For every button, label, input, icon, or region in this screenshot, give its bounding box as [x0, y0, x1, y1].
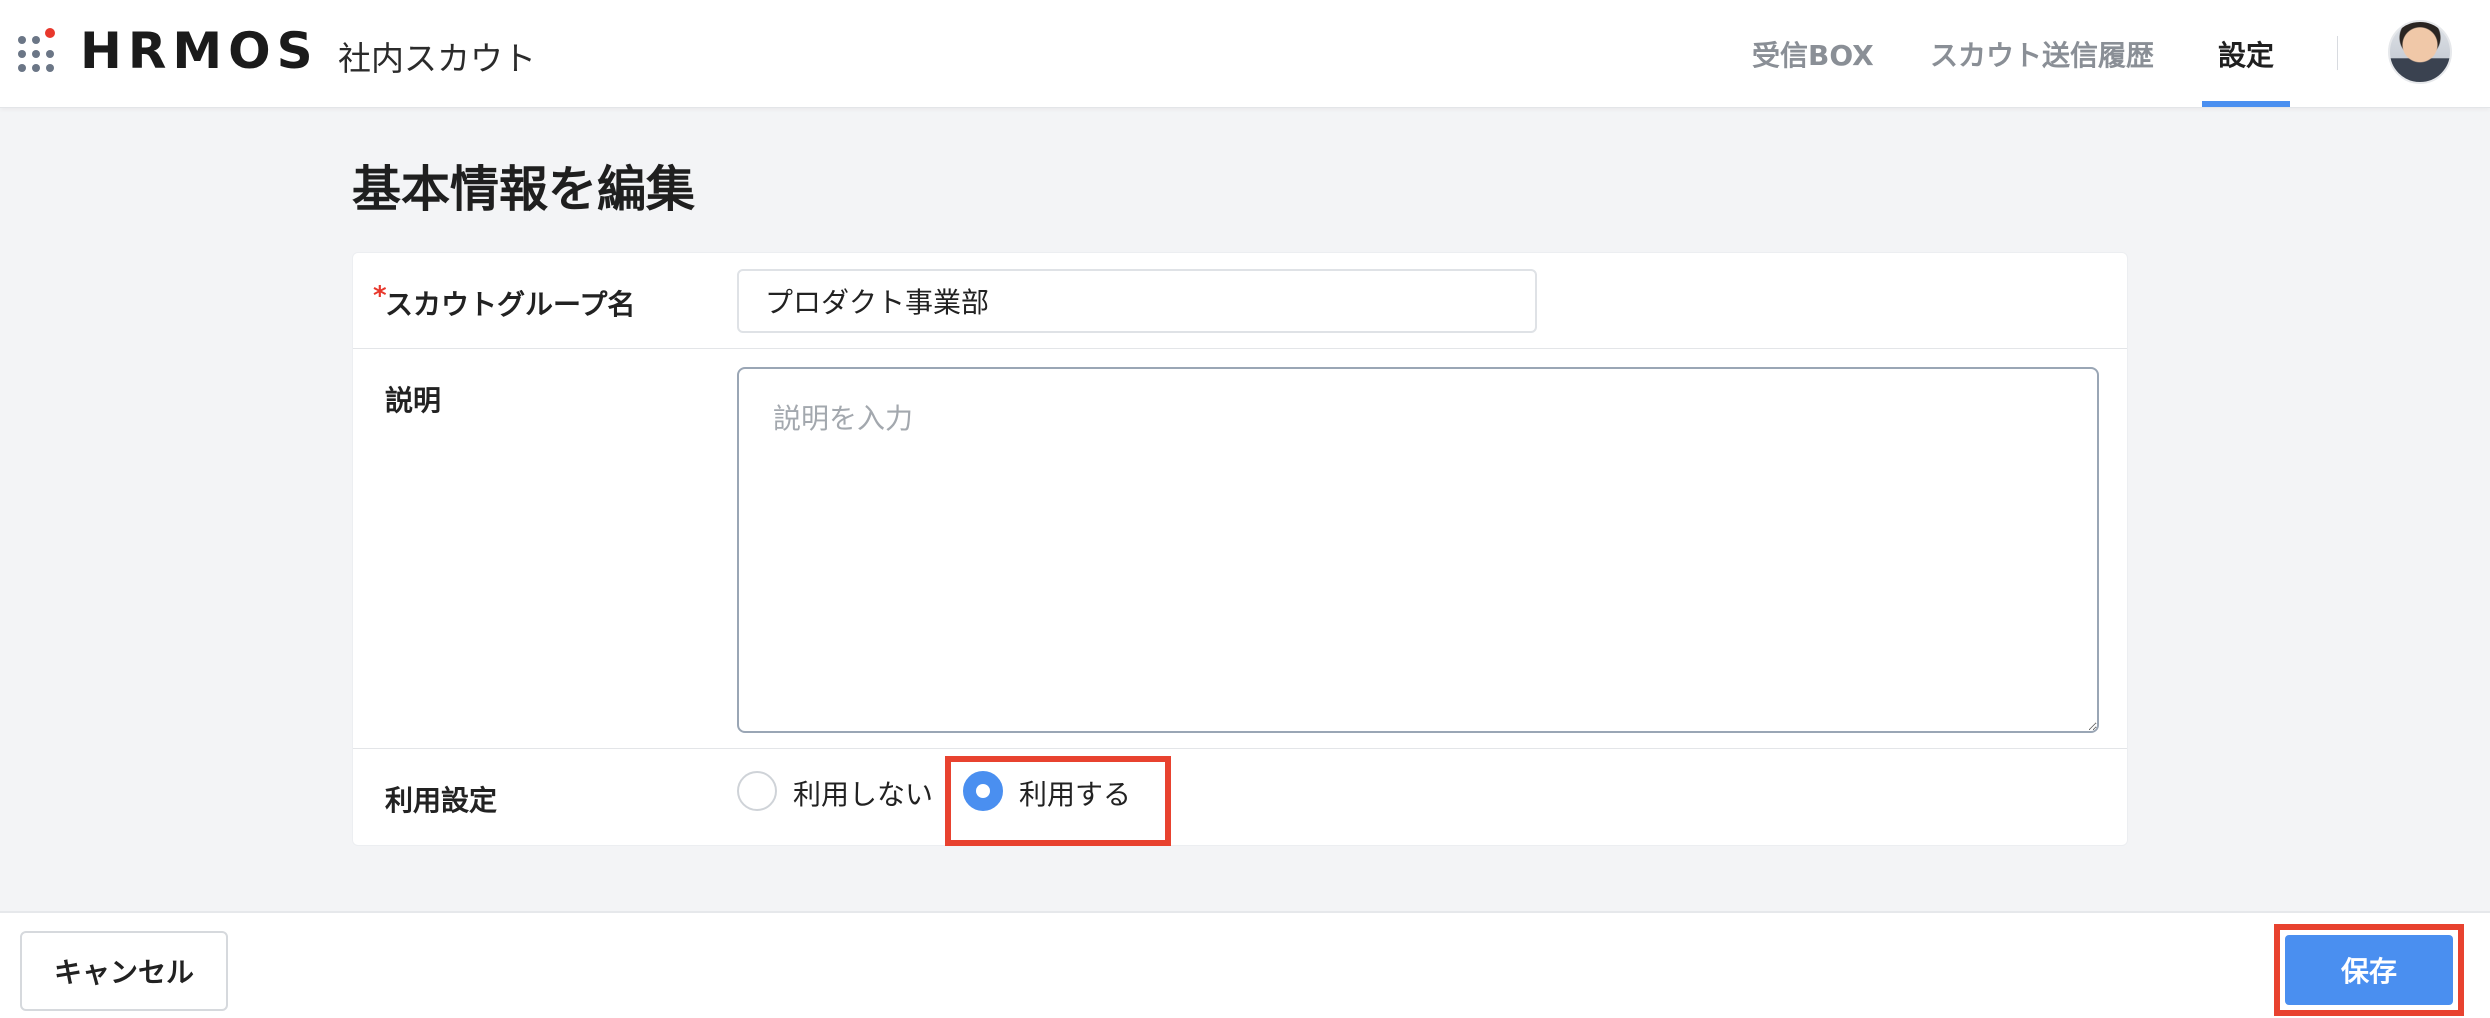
footer-bar: キャンセル 保存 [0, 911, 2490, 1018]
notification-dot [45, 28, 55, 38]
hrmos-logo[interactable]: HRMOS [80, 22, 319, 80]
basic-info-form: * スカウトグループ名 説明 利用設定 利用しない 利用する [352, 252, 2128, 846]
radio-use-label: 利用する [1019, 778, 1132, 811]
tab-inbox[interactable]: 受信BOX [1752, 34, 1874, 74]
radio-do-not-use-label: 利用しない [793, 778, 934, 811]
grid-dot [32, 36, 40, 44]
product-name: 社内スカウト [338, 39, 536, 78]
grid-dot [32, 64, 40, 72]
grid-dot [46, 50, 54, 58]
required-mark: * [373, 281, 387, 311]
active-tab-indicator [2202, 101, 2290, 107]
grid-dot [32, 50, 40, 58]
group-name-label: * スカウトグループ名 [373, 281, 636, 323]
grid-dot [18, 64, 26, 72]
description-textarea[interactable] [737, 367, 2099, 733]
radio-unchecked-icon[interactable] [737, 771, 777, 811]
group-name-input[interactable] [737, 269, 1537, 333]
grid-dot [46, 64, 54, 72]
grid-dot [18, 50, 26, 58]
save-button[interactable]: 保存 [2285, 935, 2453, 1005]
group-name-label-text: スカウトグループ名 [385, 288, 636, 321]
usage-label: 利用設定 [385, 784, 498, 817]
usage-row: 利用設定 利用しない 利用する [353, 749, 2127, 846]
group-name-row: * スカウトグループ名 [353, 253, 2127, 349]
page-title: 基本情報を編集 [352, 161, 696, 218]
nav-divider [2337, 36, 2338, 70]
radio-checked-icon[interactable] [963, 771, 1003, 811]
grid-dot [18, 36, 26, 44]
app-switcher-icon[interactable] [18, 28, 60, 72]
description-row: 説明 [353, 349, 2127, 749]
app-header: HRMOS 社内スカウト 受信BOX スカウト送信履歴 設定 [0, 0, 2490, 108]
description-label: 説明 [385, 384, 442, 417]
tab-settings[interactable]: 設定 [2218, 34, 2274, 74]
cancel-button[interactable]: キャンセル [20, 931, 228, 1011]
tab-scout-history[interactable]: スカウト送信履歴 [1930, 34, 2154, 74]
user-avatar[interactable] [2388, 20, 2452, 84]
